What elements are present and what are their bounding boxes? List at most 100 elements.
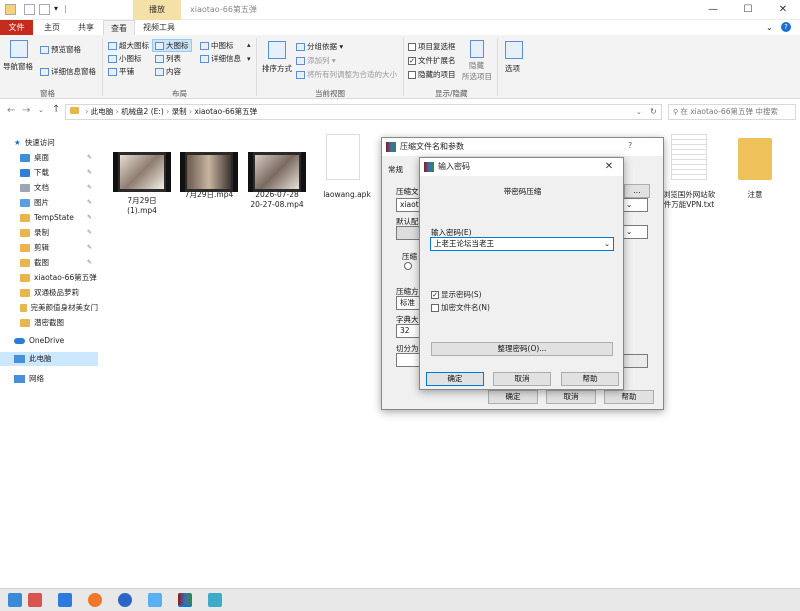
collapse-ribbon-icon[interactable]: ⌄ [766, 23, 773, 32]
encrypt-filenames-checkbox[interactable]: 加密文件名(N) [431, 302, 490, 313]
password-input[interactable]: 上老王论坛当老王 ⌄ [430, 237, 614, 251]
help-icon[interactable]: ? [628, 141, 632, 150]
ok-button[interactable]: 确定 [488, 390, 538, 404]
details-pane-button[interactable]: 详细信息窗格 [40, 66, 96, 77]
hide-selected-label-2[interactable]: 所选项目 [462, 71, 492, 82]
layout-scroll-down-icon[interactable]: ▾ [247, 55, 251, 63]
tab-video-tools[interactable]: 视频工具 [138, 20, 180, 35]
address-dropdown-icon[interactable]: ⌄ [636, 105, 642, 119]
apk-file-icon[interactable] [326, 134, 360, 180]
start-icon[interactable] [8, 593, 22, 607]
sidebar-item-pictures[interactable]: 图片 ✎ [0, 196, 98, 210]
sort-by-icon[interactable] [268, 41, 286, 59]
add-columns-button[interactable]: 添加列 ▾ [296, 55, 336, 66]
text-file-icon[interactable] [671, 134, 707, 180]
app-icon[interactable] [58, 593, 72, 607]
chevron-down-icon[interactable]: ⌄ [604, 238, 610, 250]
tab-share[interactable]: 共享 [72, 20, 100, 35]
sidebar-item-folder[interactable]: 潜密截图 [0, 316, 98, 330]
tab-home[interactable]: 主页 [38, 20, 66, 35]
layout-extra-large-icons[interactable]: 超大图标 [108, 40, 149, 51]
sidebar-this-pc[interactable]: 此电脑 [0, 352, 98, 366]
new-folder-icon[interactable] [39, 4, 50, 15]
sidebar-item-recordings[interactable]: 录制 ✎ [0, 226, 98, 240]
sidebar-item-tempstate[interactable]: TempState ✎ [0, 211, 98, 225]
layout-list[interactable]: 列表 [155, 53, 181, 64]
help-button[interactable]: 帮助 [604, 390, 654, 404]
refresh-icon[interactable]: ↻ [650, 105, 657, 119]
organize-passwords-button[interactable]: 整理密码(O)... [431, 342, 613, 356]
close-button[interactable]: ✕ [770, 2, 796, 18]
checkbox-checked[interactable]: ✓ [408, 56, 416, 65]
maximize-button[interactable]: ☐ [735, 2, 761, 18]
sidebar-item-documents[interactable]: 文档 ✎ [0, 181, 98, 195]
group-by-button[interactable]: 分组依据 ▾ [296, 41, 343, 52]
folder-icon[interactable] [738, 138, 772, 180]
address-bar[interactable]: › 此电脑 › 机械盘2 (E:) › 录制 › xiaotao-66第五弹 ⌄… [65, 104, 662, 120]
item-checkboxes-toggle[interactable]: 项目复选框 [408, 41, 456, 52]
breadcrumb-recordings[interactable]: 录制 [172, 107, 187, 116]
checkbox-unchecked[interactable] [431, 303, 439, 312]
browse-button[interactable]: ... [624, 184, 650, 198]
radio-rar[interactable] [404, 262, 412, 270]
help-icon[interactable]: ? [781, 22, 791, 32]
checkbox-unchecked[interactable] [408, 42, 416, 51]
options-button[interactable]: 选项 [505, 63, 520, 74]
minimize-button[interactable]: — [700, 2, 726, 18]
layout-small-icons[interactable]: 小图标 [108, 53, 142, 64]
app-icon[interactable] [118, 593, 132, 607]
options-icon[interactable] [505, 41, 523, 59]
preview-pane-button[interactable]: 预览窗格 [40, 44, 81, 55]
sidebar-item-xiaotao[interactable]: xiaotao-66第五弹 [0, 271, 98, 285]
sidebar-item-folder[interactable]: 完美颜值身材美女门 [0, 301, 98, 315]
video-thumbnail[interactable] [113, 152, 171, 192]
layout-scroll-up-icon[interactable]: ▴ [247, 41, 251, 49]
qat-dropdown-icon[interactable]: ▾ [54, 4, 58, 13]
update-mode-dropdown[interactable]: ⌄ [622, 225, 648, 239]
hide-selected-label[interactable]: 隐藏 [469, 60, 484, 71]
recent-locations-icon[interactable]: ⌄ [38, 106, 44, 114]
navigation-pane-button[interactable]: 导航窗格 [3, 61, 33, 72]
sidebar-item-downloads[interactable]: 下载 ✎ [0, 166, 98, 180]
size-all-columns-button[interactable]: 将所有列调整为合适的大小 [296, 69, 397, 80]
up-arrow-icon[interactable]: ↑ [52, 104, 60, 115]
app-icon[interactable] [148, 593, 162, 607]
checkbox-checked[interactable]: ✓ [431, 290, 439, 299]
back-arrow-icon[interactable]: ← [7, 105, 15, 116]
file-name[interactable]: 2026-07-28 20-27-08.mp4 [238, 190, 316, 210]
sidebar-item-clips[interactable]: 剪辑 ✎ [0, 241, 98, 255]
layout-large-icons[interactable]: 大图标 [152, 39, 192, 52]
cancel-button[interactable]: 取消 [546, 390, 596, 404]
video-thumbnail[interactable] [180, 152, 238, 192]
search-input[interactable]: ⚲ 在 xiaotao-66第五弹 中搜索 [668, 104, 796, 120]
properties-icon[interactable] [24, 4, 35, 15]
app-icon[interactable] [208, 593, 222, 607]
context-tab-play[interactable]: 播放 [133, 0, 181, 20]
layout-details[interactable]: 详细信息 [200, 53, 241, 64]
app-icon[interactable] [28, 593, 42, 607]
archive-name-dropdown[interactable]: ⌄ [622, 198, 648, 212]
sidebar-item-folder[interactable]: 双通极品萝莉 [0, 286, 98, 300]
file-name[interactable]: 注意 [728, 190, 782, 200]
winrar-icon[interactable] [178, 593, 192, 607]
ok-button[interactable]: 确定 [426, 372, 484, 386]
set-password-area[interactable] [622, 354, 648, 368]
navigation-pane-icon[interactable] [10, 40, 28, 58]
tab-view[interactable]: 查看 [103, 20, 135, 35]
file-extensions-toggle[interactable]: ✓ 文件扩展名 [408, 55, 456, 66]
help-button[interactable]: 帮助 [561, 372, 619, 386]
close-button[interactable]: ✕ [596, 159, 622, 175]
sidebar-quick-access[interactable]: ★ 快速访问 [0, 136, 98, 150]
sidebar-item-screenshots[interactable]: 截图 ✎ [0, 256, 98, 270]
checkbox-unchecked[interactable] [408, 70, 416, 79]
file-name[interactable]: 7月29日.mp4 [170, 190, 248, 200]
layout-medium-icons[interactable]: 中图标 [200, 40, 234, 51]
layout-tiles[interactable]: 平铺 [108, 66, 134, 77]
layout-content[interactable]: 内容 [155, 66, 181, 77]
forward-arrow-icon[interactable]: → [22, 105, 30, 116]
tab-general[interactable]: 常规 [388, 164, 403, 175]
breadcrumb-drive[interactable]: 机械盘2 (E:) [121, 107, 164, 116]
sidebar-item-desktop[interactable]: 桌面 ✎ [0, 151, 98, 165]
sidebar-network[interactable]: 网络 [0, 372, 98, 386]
sidebar-onedrive[interactable]: OneDrive [0, 334, 98, 348]
